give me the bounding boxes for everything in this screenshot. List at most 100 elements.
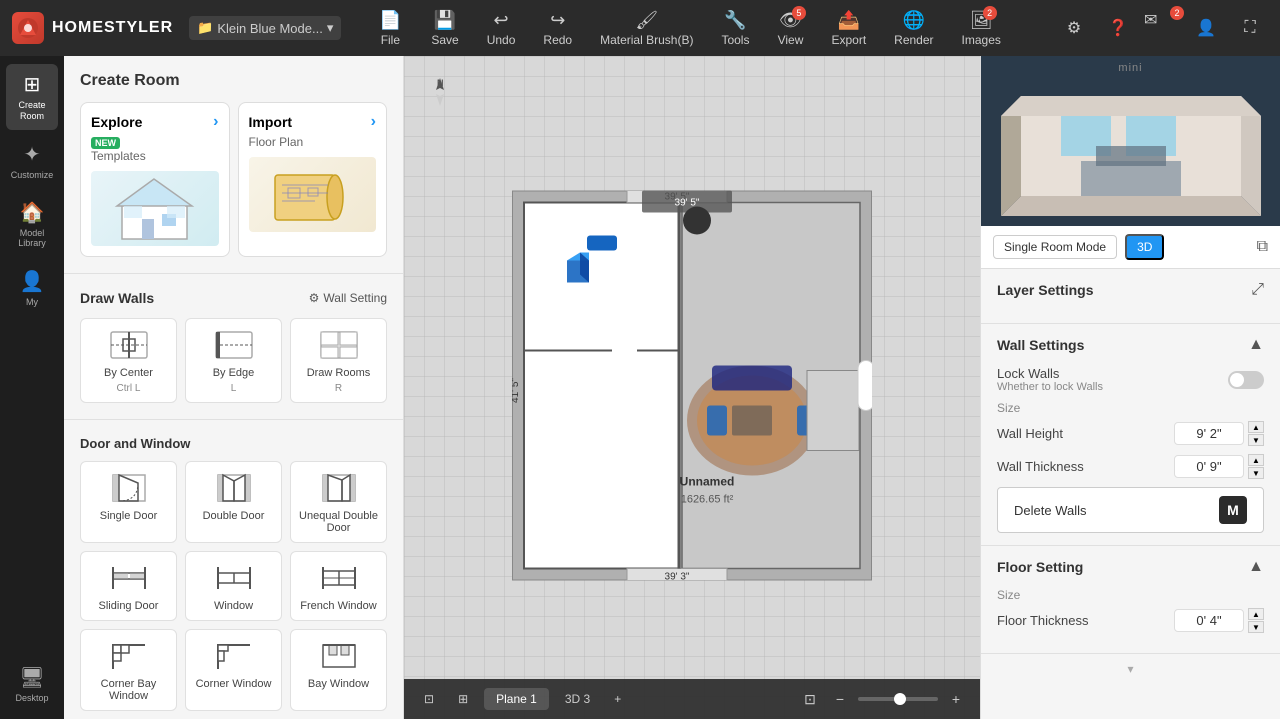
customize-icon: ✦ [24, 142, 41, 167]
add-tab-btn[interactable]: + [606, 688, 629, 710]
svg-text:1626.65 ft²: 1626.65 ft² [681, 493, 734, 505]
redo-icon: ↪ [550, 10, 565, 31]
render-btn[interactable]: 🌐 Render [882, 4, 945, 53]
create-room-icon: ⊞ [24, 72, 41, 97]
plane-tab[interactable]: Plane 1 [484, 688, 549, 710]
import-header: Import › [249, 113, 377, 131]
floor-thickness-down[interactable]: ▼ [1248, 621, 1264, 633]
copy-layout-btn[interactable]: ⧉ [1257, 238, 1268, 256]
create-room-cards: Explore › NEW Templates [80, 102, 387, 257]
double-door-tool[interactable]: Double Door [185, 461, 282, 543]
wall-thickness-up[interactable]: ▲ [1248, 454, 1264, 466]
tools-icon: 🔧 [724, 10, 746, 31]
window-tool[interactable]: Window [185, 551, 282, 621]
view-3d-btn[interactable]: 3D [1125, 234, 1164, 260]
view-badge: 5 [792, 6, 806, 20]
single-door-tool[interactable]: Single Door [80, 461, 177, 543]
app-name: HOMESTYLER [52, 19, 173, 37]
scroll-indicator: ▾ [981, 654, 1280, 684]
explore-card[interactable]: Explore › NEW Templates [80, 102, 230, 257]
double-door-icon [214, 470, 254, 506]
corner-window-icon [214, 638, 254, 674]
preview-box: mini [981, 56, 1280, 226]
file-btn[interactable]: 📄 File [365, 4, 415, 53]
select-icon: ⊡ [424, 692, 434, 706]
wall-setting-btn[interactable]: ⚙ Wall Setting [309, 291, 387, 305]
canvas-area[interactable]: N 39' 5" 39' 3" 41' 5" 41' [404, 56, 980, 719]
zoom-slider[interactable] [858, 697, 938, 701]
material-brush-btn[interactable]: 🖌 Material Brush(B) [588, 4, 705, 53]
wall-height-down[interactable]: ▼ [1248, 434, 1264, 446]
wall-thickness-down[interactable]: ▼ [1248, 467, 1264, 479]
sidebar-item-desktop[interactable]: 🖥 Desktop [6, 657, 58, 711]
by-edge-tool[interactable]: By Edge L [185, 318, 282, 403]
floor-thickness-up[interactable]: ▲ [1248, 608, 1264, 620]
by-center-tool[interactable]: By Center Ctrl L [80, 318, 177, 403]
main-content: ⊞ Create Room ✦ Customize 🏠 Model Librar… [0, 56, 1280, 719]
sidebar-item-customize[interactable]: ✦ Customize [6, 134, 58, 188]
undo-icon: ↩ [494, 10, 509, 31]
zoom-out-btn[interactable]: − [828, 687, 852, 711]
corner-bay-window-icon [109, 638, 149, 674]
corner-window-tool[interactable]: Corner Window [185, 629, 282, 711]
preview-controls: Single Room Mode 3D ⧉ [981, 226, 1280, 269]
3d-tab[interactable]: 3D 3 [557, 688, 598, 710]
mail-badge: 2 [1170, 6, 1184, 20]
sliding-door-icon [109, 560, 149, 596]
draw-rooms-tool[interactable]: Draw Rooms R [290, 318, 387, 403]
door-window-grid: Single Door Double Door [80, 461, 387, 711]
corner-bay-window-tool[interactable]: Corner Bay Window [80, 629, 177, 711]
select-all-btn[interactable]: ⊡ [416, 688, 442, 710]
my-icon: 👤 [20, 269, 45, 294]
single-room-mode-btn[interactable]: Single Room Mode [993, 235, 1117, 259]
import-card[interactable]: Import › Floor Plan [238, 102, 388, 257]
layer-settings-expand[interactable]: ⤢ [1251, 281, 1264, 299]
floor-thickness-field[interactable]: 0' 4" [1174, 609, 1244, 632]
help-btn[interactable]: ❓ [1100, 10, 1136, 46]
project-name[interactable]: 📁 Klein Blue Mode... ▾ [189, 16, 341, 40]
svg-text:N: N [437, 78, 444, 88]
export-btn[interactable]: 📤 Export [819, 4, 878, 53]
settings-btn[interactable]: ⚙ [1056, 10, 1092, 46]
chevron-down-icon: ▾ [327, 20, 334, 36]
profile-btn[interactable]: 👤 [1188, 10, 1224, 46]
redo-btn[interactable]: ↪ Redo [531, 4, 584, 53]
lock-walls-toggle[interactable] [1228, 371, 1264, 389]
images-badge: 2 [983, 6, 997, 20]
export-icon: 📤 [838, 10, 860, 31]
images-btn[interactable]: 🖼 2 Images [950, 4, 1013, 53]
lock-walls-row: Lock Walls Whether to lock Walls [997, 366, 1264, 393]
fit-screen-btn[interactable]: ⊡ [798, 687, 822, 711]
undo-btn[interactable]: ↩ Undo [475, 4, 528, 53]
sliding-door-tool[interactable]: Sliding Door [80, 551, 177, 621]
m-badge: M [1219, 496, 1247, 524]
snap-btn[interactable]: ⊞ [450, 688, 476, 710]
bay-window-tool[interactable]: Bay Window [290, 629, 387, 711]
floor-thickness-label: Floor Thickness [997, 613, 1089, 628]
new-badge: NEW [91, 137, 120, 149]
preview-label: mini [1118, 62, 1142, 74]
floor-thickness-spinner: ▲ ▼ [1248, 608, 1264, 633]
sidebar-item-create-room[interactable]: ⊞ Create Room [6, 64, 58, 130]
wall-height-field[interactable]: 9' 2" [1174, 422, 1244, 445]
delete-walls-btn[interactable]: Delete Walls M [997, 487, 1264, 533]
layer-settings-title: Layer Settings [997, 282, 1093, 298]
floor-settings-collapse[interactable]: ▲ [1248, 558, 1264, 576]
wall-height-up[interactable]: ▲ [1248, 421, 1264, 433]
view-btn[interactable]: 👁 5 View [765, 4, 815, 53]
left-panel: Create Room Explore › NEW Templates [64, 56, 404, 719]
wall-thickness-field[interactable]: 0' 9" [1174, 455, 1244, 478]
explore-thumbnail [91, 171, 219, 246]
tools-btn[interactable]: 🔧 Tools [709, 4, 761, 53]
french-window-tool[interactable]: French Window [290, 551, 387, 621]
sidebar-item-model-library[interactable]: 🏠 Model Library [6, 192, 58, 258]
import-sub: Floor Plan [249, 135, 377, 149]
lock-walls-sub: Whether to lock Walls [997, 381, 1103, 393]
unequal-double-door-tool[interactable]: Unequal Double Door [290, 461, 387, 543]
sidebar-item-my[interactable]: 👤 My [6, 261, 58, 315]
fullscreen-btn[interactable]: ⛶ [1232, 10, 1268, 46]
notification-btn[interactable]: ✉ 2 [1144, 10, 1180, 46]
save-btn[interactable]: 💾 Save [419, 4, 470, 53]
zoom-in-btn[interactable]: + [944, 687, 968, 711]
wall-settings-collapse[interactable]: ▲ [1248, 336, 1264, 354]
